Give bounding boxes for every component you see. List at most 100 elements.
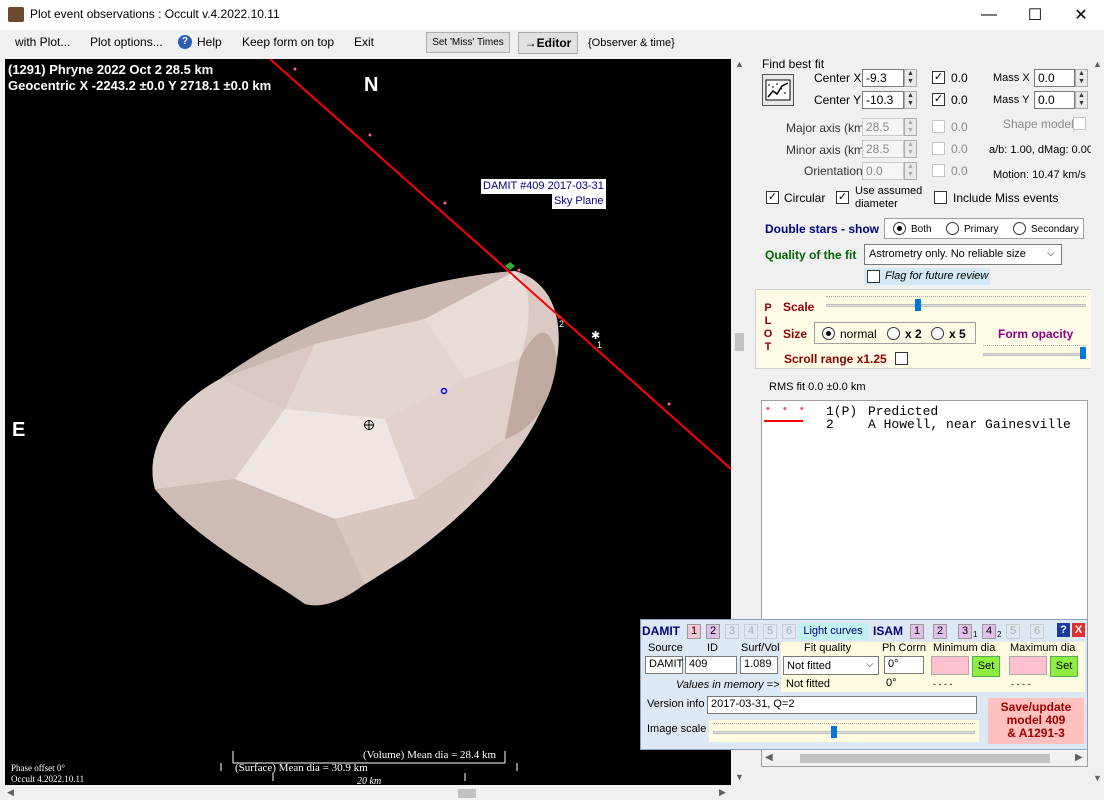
isam-num-3[interactable]: 3	[958, 624, 972, 639]
use-assumed-checkbox[interactable]: ✓	[836, 191, 849, 204]
major-axis-checkbox[interactable]	[932, 120, 945, 133]
surfvol-field[interactable]: 1.089	[740, 656, 778, 674]
isam-num-2[interactable]: 2	[933, 624, 947, 639]
damit-num-6[interactable]: 6	[782, 624, 796, 639]
app-icon	[8, 7, 24, 22]
orientation-input[interactable]: 0.0	[862, 162, 904, 180]
mass-x-input[interactable]: 0.0	[1034, 69, 1075, 87]
menu-plot-options[interactable]: Plot options...	[90, 35, 163, 49]
menu-help[interactable]: Help	[197, 35, 222, 49]
source-field[interactable]: DAMIT	[645, 656, 683, 674]
marker-label-2: 2	[508, 273, 513, 283]
close-button[interactable]: ✕	[1058, 0, 1104, 30]
mass-x-stepper[interactable]: ▲ ▼	[1075, 69, 1088, 87]
min-dia-set-button[interactable]: Set	[972, 656, 1000, 677]
minor-axis-uncert: 0.0	[951, 142, 968, 156]
version-info-field[interactable]: 2017-03-31, Q=2	[707, 696, 977, 714]
scale-slider[interactable]	[826, 296, 1086, 316]
major-axis-input[interactable]: 28.5	[862, 118, 904, 136]
minor-axis-stepper[interactable]: ▲ ▼	[904, 140, 917, 158]
damit-close-button[interactable]: X	[1072, 623, 1085, 637]
mass-x-label: Mass X	[993, 72, 1030, 84]
orientation-uncert: 0.0	[951, 164, 968, 178]
id-field[interactable]: 409	[685, 656, 737, 674]
max-dia-field[interactable]	[1009, 656, 1047, 675]
isam-num-5[interactable]: 5	[1006, 624, 1020, 639]
flag-review-checkbox[interactable]	[867, 270, 880, 283]
minor-axis-checkbox[interactable]	[932, 142, 945, 155]
north-label: N	[364, 74, 379, 96]
quality-select[interactable]: Astrometry only. No reliable size ⌵	[864, 244, 1062, 265]
title-bar: Plot event observations : Occult v.4.202…	[0, 0, 1104, 30]
memory-min-dia: - - - -	[933, 679, 953, 689]
plot-canvas[interactable]: 2 2 ✱ 1 (1291) Phryne 2022 Oct 2 28.5 km…	[5, 59, 731, 785]
size-x2-radio[interactable]	[887, 327, 900, 340]
isam-num-4[interactable]: 4	[982, 624, 996, 639]
major-axis-stepper[interactable]: ▲ ▼	[904, 118, 917, 136]
opacity-slider[interactable]	[983, 344, 1086, 364]
image-scale-slider[interactable]	[709, 720, 979, 742]
damit-num-3[interactable]: 3	[725, 624, 739, 639]
damit-num-2[interactable]: 2	[706, 624, 720, 639]
shape-model-label: Shape model	[1003, 117, 1074, 131]
menu-with-plot[interactable]: with Plot...	[15, 35, 70, 49]
ds-both-label: Both	[911, 224, 932, 235]
mass-y-label: Mass Y	[993, 94, 1030, 106]
plot-hscrollbar[interactable]: ◀ ▶	[5, 787, 731, 800]
set-miss-times-button[interactable]: Set 'Miss' Times	[426, 32, 510, 53]
center-x-label: Center X	[814, 71, 862, 85]
chevron-down-icon: ⌵	[1047, 248, 1055, 259]
memory-max-dia: - - - -	[1011, 679, 1031, 689]
help-icon[interactable]: ?	[178, 35, 192, 49]
size-normal-radio[interactable]	[822, 327, 835, 340]
center-y-stepper[interactable]: ▲ ▼	[904, 91, 917, 109]
damit-num-5[interactable]: 5	[763, 624, 777, 639]
orientation-stepper[interactable]: ▲ ▼	[904, 162, 917, 180]
damit-help-button[interactable]: ?	[1057, 623, 1070, 637]
center-x-input[interactable]: -9.3	[862, 69, 904, 87]
ds-secondary-radio[interactable]	[1013, 222, 1026, 235]
menu-exit[interactable]: Exit	[354, 35, 374, 49]
center-y-input[interactable]: -10.3	[862, 91, 904, 109]
legend-observer-line	[764, 420, 803, 422]
menu-keep-on-top[interactable]: Keep form on top	[242, 35, 334, 49]
isam-num-1[interactable]: 1	[910, 624, 924, 639]
mass-y-input[interactable]: 0.0	[1034, 91, 1075, 109]
save-update-button[interactable]: Save/update model 409 & A1291-3	[988, 698, 1084, 744]
min-dia-field[interactable]	[931, 656, 969, 675]
predicted-dot	[368, 133, 372, 137]
max-dia-set-button[interactable]: Set	[1050, 656, 1078, 677]
panel-vscrollbar[interactable]: ▲ ▼	[1091, 59, 1104, 787]
scroll-range-checkbox[interactable]	[895, 352, 908, 365]
center-x-stepper[interactable]: ▲ ▼	[904, 69, 917, 87]
memory-fit-quality: Not fitted	[786, 678, 831, 690]
isam-num-6[interactable]: 6	[1030, 624, 1044, 639]
predicted-dot	[517, 268, 521, 272]
mass-y-stepper[interactable]: ▲ ▼	[1075, 91, 1088, 109]
version-info-label: Version info	[647, 698, 705, 710]
center-y-checkbox[interactable]: ✓	[932, 93, 945, 106]
predicted-dot	[293, 67, 297, 71]
isam-sub-2: 2	[997, 630, 1002, 639]
circular-checkbox[interactable]: ✓	[766, 191, 779, 204]
editor-button[interactable]: →Editor	[518, 32, 578, 54]
damit-num-4[interactable]: 4	[744, 624, 758, 639]
minimize-button[interactable]: —	[966, 0, 1012, 30]
ph-corr-field[interactable]: 0°	[884, 656, 924, 674]
size-x5-radio[interactable]	[931, 327, 944, 340]
light-curves-button[interactable]: Light curves	[798, 623, 868, 640]
minor-axis-input[interactable]: 28.5	[862, 140, 904, 158]
center-x-checkbox[interactable]: ✓	[932, 71, 945, 84]
shape-model-checkbox[interactable]	[1073, 117, 1086, 130]
maximize-button[interactable]: ☐	[1012, 0, 1058, 30]
legend-hscrollbar[interactable]: ◀ ▶	[762, 751, 1087, 766]
orientation-checkbox[interactable]	[932, 164, 945, 177]
ds-both-radio[interactable]	[893, 222, 906, 235]
damit-num-1[interactable]: 1	[687, 624, 701, 639]
ds-primary-radio[interactable]	[946, 222, 959, 235]
find-best-fit-button[interactable]	[762, 74, 794, 106]
include-miss-checkbox[interactable]	[934, 191, 947, 204]
id-header: ID	[707, 642, 718, 654]
observer-time-link[interactable]: {Observer & time}	[588, 37, 675, 49]
fit-quality-select[interactable]: Not fitted ⌵	[783, 656, 879, 675]
